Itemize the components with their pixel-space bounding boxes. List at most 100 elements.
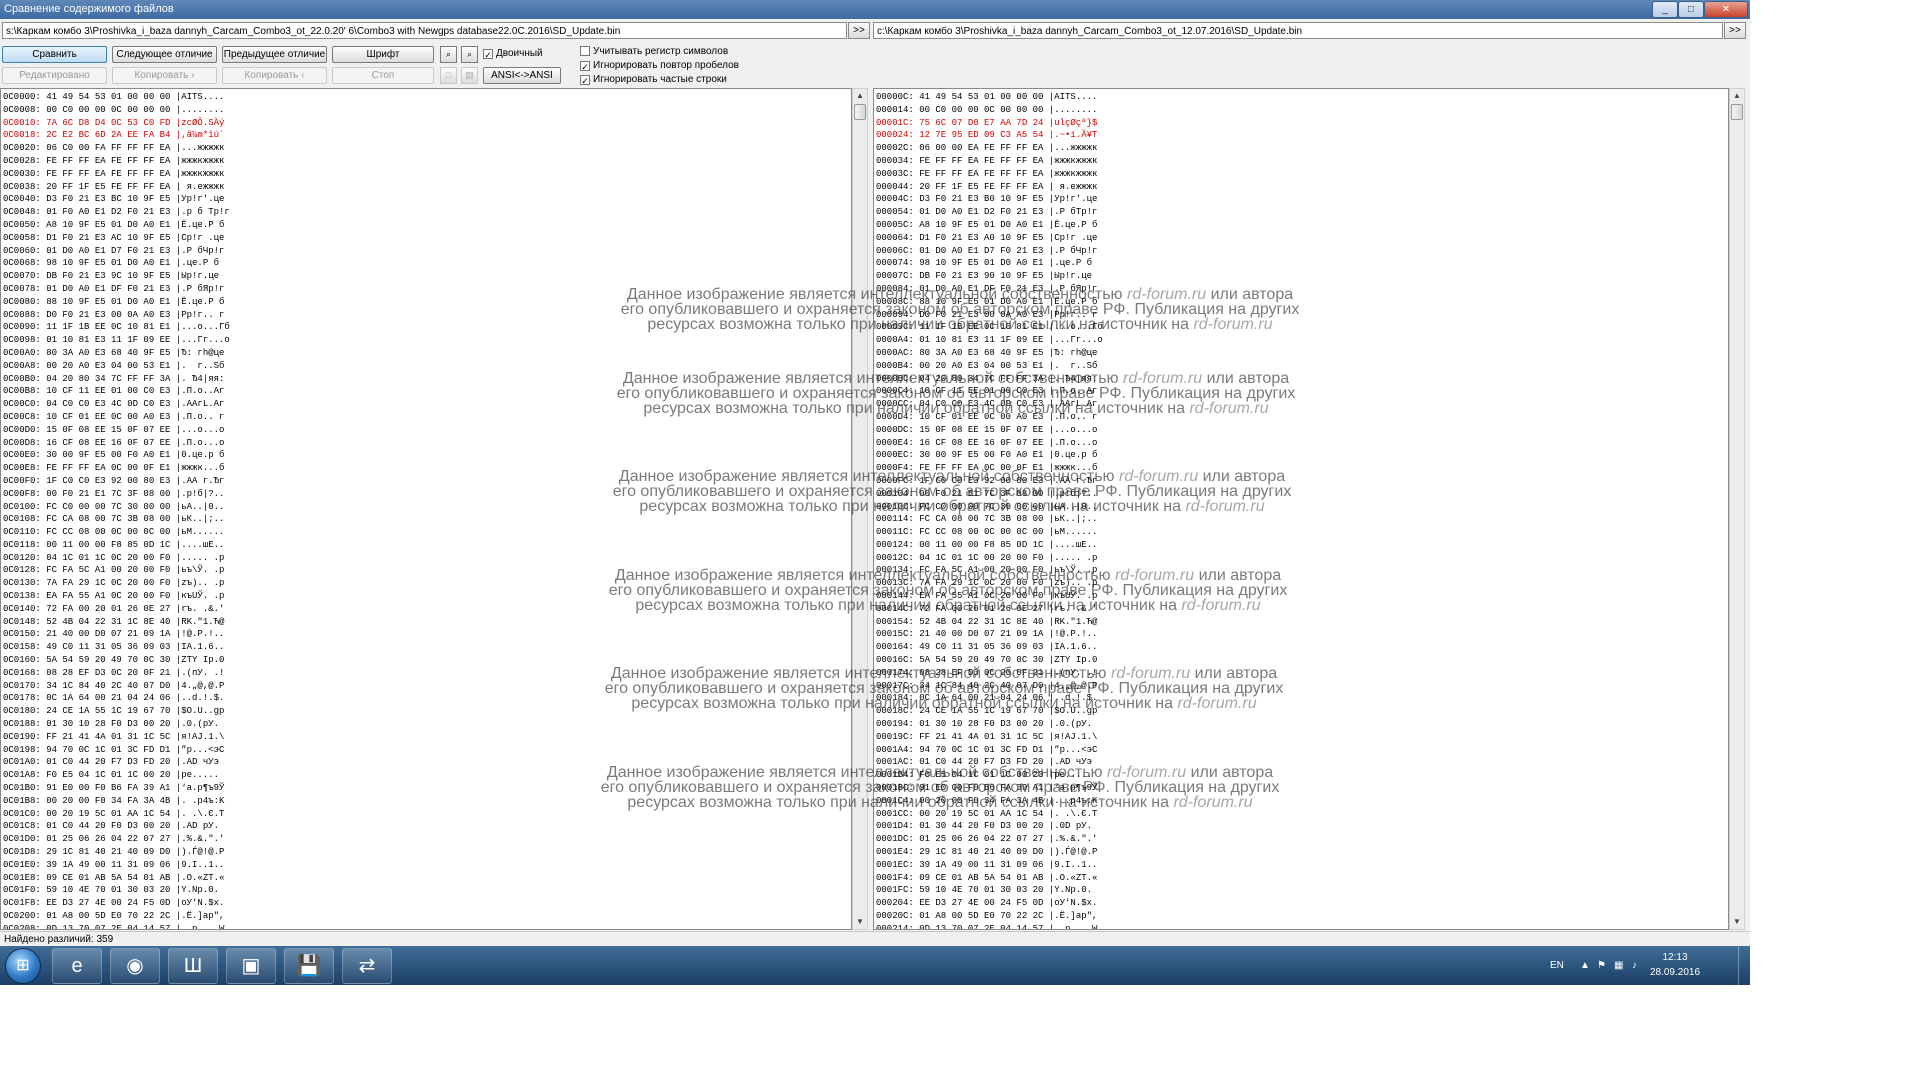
hex-line[interactable]: 00007C: DB F0 21 E3 90 10 9F E5 |Ыр!г.це (876, 270, 1103, 283)
app-task-monitor[interactable]: ▣ (226, 948, 276, 984)
hex-line[interactable]: 0C0000: 41 49 54 53 01 00 00 00 |AITS...… (3, 91, 230, 104)
hex-line[interactable]: 0C00D8: 16 CF 08 EE 16 0F 07 EE |.П.о...… (3, 437, 230, 450)
hex-line[interactable]: 0C0170: 34 1C 84 40 2C 40 07 D0 |4.„@,@.… (3, 680, 230, 693)
hex-line[interactable]: 0C01A0: 01 C0 44 20 F7 D3 FD 20 |.АD чУэ (3, 756, 230, 769)
hex-line[interactable]: 0C00C8: 10 CF 01 EE 0C 00 A0 E3 |.П.о.. … (3, 411, 230, 424)
binoculars-icon[interactable]: ⌕ (440, 46, 457, 63)
left-browse-button[interactable]: >> (848, 22, 870, 39)
hex-line[interactable]: 0C0200: 01 A8 00 5D E0 70 22 2C |.Ё.]аp"… (3, 910, 230, 923)
hex-line[interactable]: 0C0188: 01 30 10 28 F0 D3 00 20 |.0.(рУ. (3, 718, 230, 731)
hex-line[interactable]: 0C00A0: 80 3A A0 E3 68 40 9F E5 |Ђ: гh@ц… (3, 347, 230, 360)
hex-line[interactable]: 0000A4: 01 10 81 E3 11 1F 09 EE |...Гг..… (876, 334, 1103, 347)
font-button[interactable]: Шрифт (332, 46, 434, 63)
hex-line[interactable]: 0001E4: 29 1C 81 40 21 40 09 D0 |).Ѓ@!@.… (876, 846, 1103, 859)
hex-line[interactable]: 0C0010: 7A 6C D8 D4 0C 53 C0 FD |zcØÔ.SÀ… (3, 117, 230, 130)
hex-line[interactable]: 0C0168: 08 28 EF D3 0C 20 0F 21 |.(пУ. .… (3, 667, 230, 680)
hex-line[interactable]: 00005C: A8 10 9F E5 01 D0 A0 E1 |Ё.це.Р … (876, 219, 1103, 232)
hex-line[interactable]: 0000EC: 30 00 9F E5 00 F0 A0 E1 |0.це.р … (876, 449, 1103, 462)
hex-line[interactable]: 0C01E8: 09 CE 01 AB 5A 54 01 AB |.О.«ZT.… (3, 872, 230, 885)
hex-line[interactable]: 0C0160: 5A 54 59 20 49 70 0C 30 |ZTY Ip.… (3, 654, 230, 667)
hex-line[interactable]: 0C01C8: 01 C0 44 20 F0 D3 00 20 |.АD рУ. (3, 820, 230, 833)
hex-line[interactable]: 00000C: 41 49 54 53 01 00 00 00 |AITS...… (876, 91, 1103, 104)
tray-chevron-icon[interactable]: ▲ (1580, 946, 1590, 985)
binoculars-next-icon[interactable]: ⌕ (461, 46, 478, 63)
hex-line[interactable]: 000074: 98 10 9F E5 01 D0 A0 E1 |.це.Р б (876, 257, 1103, 270)
hex-line[interactable]: 0C01E0: 39 1A 49 00 11 31 09 06 |9.I..1.… (3, 859, 230, 872)
hex-line[interactable]: 00001C: 75 6C 07 D8 E7 AA 7D 24 |ulçØçª}… (876, 117, 1103, 130)
hex-line[interactable]: 0C01B0: 91 E0 00 F0 B6 FA 39 A1 |‘а.р¶ъ9… (3, 782, 230, 795)
hex-line[interactable]: 00015C: 21 40 00 D0 07 21 09 1A |!@.Р.!.… (876, 628, 1103, 641)
next-diff-button[interactable]: Следующее отличие (112, 46, 217, 63)
hex-line[interactable]: 0C0028: FE FF FF EA FE FF FF EA |жжжкжжж… (3, 155, 230, 168)
copy-right-button[interactable]: Копировать › (112, 67, 217, 84)
hex-line[interactable]: 0001D4: 01 30 44 20 F0 D3 00 20 |.0D рУ. (876, 820, 1103, 833)
binary-checkbox[interactable]: ✓ Двоичный (483, 48, 543, 60)
network-icon[interactable]: ▦ (1614, 946, 1623, 985)
hex-line[interactable]: 0C0008: 00 C0 00 00 0C 00 00 00 |.......… (3, 104, 230, 117)
hex-line[interactable]: 0C00C0: 04 C0 C0 E3 4C 0D C0 E3 |.ААгL.А… (3, 398, 230, 411)
stop-button[interactable]: Стоп (332, 67, 434, 84)
save-icon[interactable]: ▤ (461, 67, 478, 84)
hex-line[interactable]: 0001DC: 01 25 06 26 04 22 07 27 |.%.&.".… (876, 833, 1103, 846)
hex-line[interactable]: 0C0158: 49 C0 11 31 05 36 09 03 |IА.1.6.… (3, 641, 230, 654)
hex-line[interactable]: 0C01B8: 00 20 00 F0 34 FA 3A 4B |. .р4ъ:… (3, 795, 230, 808)
hex-line[interactable]: 0001EC: 39 1A 49 00 11 31 09 06 |9.I..1.… (876, 859, 1103, 872)
ie-task[interactable]: e (52, 948, 102, 984)
hex-line[interactable]: 0C0088: D0 F0 21 E3 00 0A A0 E3 |Рр!г.. … (3, 309, 230, 322)
hex-line[interactable]: 00003C: FE FF FF EA FE FF FF EA |жжжкжжж… (876, 168, 1103, 181)
hex-line[interactable]: 000064: D1 F0 21 E3 A0 10 9F E5 |Ср!г .ц… (876, 232, 1103, 245)
left-scroll-thumb[interactable] (854, 104, 866, 120)
show-desktop-button[interactable] (1738, 946, 1750, 985)
hex-line[interactable]: 0C0070: DB F0 21 E3 9C 10 9F E5 |Ыр!г.це (3, 270, 230, 283)
language-indicator[interactable]: EN (1550, 946, 1564, 985)
copy-left-button[interactable]: Копировать ‹ (222, 67, 327, 84)
compare-task[interactable]: ⇄ (342, 948, 392, 984)
minimize-button[interactable]: _ (1652, 1, 1678, 18)
hex-line[interactable]: 0C0050: A8 10 9F E5 01 D0 A0 E1 |Ё.це.Р … (3, 219, 230, 232)
hex-line[interactable]: 0C00A8: 00 20 A0 E3 04 00 53 E1 |. г..Sб (3, 360, 230, 373)
hex-line[interactable]: 0C01C0: 00 20 19 5C 01 AA 1C 54 |. .\.Є.… (3, 808, 230, 821)
hex-line[interactable]: 0C0098: 01 10 81 E3 11 1F 09 EE |...Гг..… (3, 334, 230, 347)
maximize-button[interactable]: □ (1678, 1, 1704, 18)
hex-line[interactable]: 00020C: 01 A8 00 5D E0 70 22 2C |.Ё.]аp"… (876, 910, 1103, 923)
hex-line[interactable]: 0C0120: 04 1C 01 1C 0C 20 00 F0 |..... .… (3, 552, 230, 565)
hex-line[interactable]: 0C0138: EA FA 55 A1 0C 20 00 F0 |къUЎ. .… (3, 590, 230, 603)
hex-line[interactable]: 0C0048: 01 F0 A0 E1 D2 F0 21 E3 |.р б Тр… (3, 206, 230, 219)
hex-line[interactable]: 0C01F0: 59 10 4E 70 01 30 03 20 |Y.Np.0. (3, 884, 230, 897)
hex-line[interactable]: 0C00D0: 15 0F 08 EE 15 0F 07 EE |...о...… (3, 424, 230, 437)
chrome-task[interactable]: ◉ (110, 948, 160, 984)
right-browse-button[interactable]: >> (1724, 22, 1746, 39)
hex-line[interactable]: 000054: 01 D0 A0 E1 D2 F0 21 E3 |.Р бТр!… (876, 206, 1103, 219)
hex-line[interactable]: 0C0150: 21 40 00 D0 07 21 09 1A |!@.Р.!.… (3, 628, 230, 641)
hex-line[interactable]: 0000AC: 80 3A A0 E3 68 40 9F E5 |Ђ: гh@ц… (876, 347, 1103, 360)
hex-line[interactable]: 0C00E8: FE FF FF EA 0C 00 0F E1 |жжжк...… (3, 462, 230, 475)
right-scroll-thumb[interactable] (1731, 104, 1743, 120)
hex-line[interactable]: 00002C: 06 00 00 EA FE FF FF EA |...жжжж… (876, 142, 1103, 155)
hex-line[interactable]: 000124: 00 11 00 00 F8 85 0D 1C |....шЕ.… (876, 539, 1103, 552)
hex-line[interactable]: 000164: 49 C0 11 31 05 36 09 03 |IА.1.6.… (876, 641, 1103, 654)
hex-line[interactable]: 0C0100: FC C0 00 00 7C 30 00 00 |ьА..|0.… (3, 501, 230, 514)
edited-button[interactable]: Редактировано (2, 67, 107, 84)
hex-line[interactable]: 000024: 12 7E 95 ED 09 C3 A5 54 |.~•í.Ã¥… (876, 129, 1103, 142)
hex-line[interactable]: 0C0090: 11 1F 1B EE 0C 10 81 E1 |...о...… (3, 321, 230, 334)
hex-line[interactable]: 0C0198: 94 70 0C 1C 01 3C FD D1 |”p...<э… (3, 744, 230, 757)
app-task-orange[interactable]: Ш (168, 948, 218, 984)
compare-button[interactable]: Сравнить (2, 46, 107, 63)
hex-line[interactable]: 0C0108: FC CA 08 00 7C 3B 08 00 |ьК..|;.… (3, 513, 230, 526)
hex-line[interactable]: 0C0078: 01 D0 A0 E1 DF F0 21 E3 |.Р бЯр!… (3, 283, 230, 296)
hex-line[interactable]: 0C0180: 24 CE 1A 55 1C 19 67 70 |$О.U..g… (3, 705, 230, 718)
hex-line[interactable]: 0C01D8: 29 1C 81 40 21 40 09 D0 |).Ѓ@!@.… (3, 846, 230, 859)
hex-line[interactable]: 0C0118: 00 11 00 00 F8 85 0D 1C |....шЕ.… (3, 539, 230, 552)
hex-line[interactable]: 0C0128: FC FA 5C A1 00 20 00 F0 |ьъ\Ў. .… (3, 564, 230, 577)
hex-line[interactable]: 0C0140: 72 FA 00 20 01 26 0E 27 |rъ. .&.… (3, 603, 230, 616)
hex-line[interactable]: 000034: FE FF FF EA FE FF FF EA |жжжкжжж… (876, 155, 1103, 168)
hex-line[interactable]: 0C01F8: EE D3 27 4E 00 24 F5 0D |оУ'N.$х… (3, 897, 230, 910)
hex-line[interactable]: 0C0148: 52 4B 04 22 31 1C 8E 40 |RK."1.Ћ… (3, 616, 230, 629)
hex-line[interactable]: 0000E4: 16 CF 08 EE 16 0F 07 EE |.П.о...… (876, 437, 1103, 450)
hex-line[interactable]: 00006C: 01 D0 A0 E1 D7 F0 21 E3 |.Р бЧр!… (876, 245, 1103, 258)
hex-line[interactable]: 0C01D0: 01 25 06 26 04 22 07 27 |.%.&.".… (3, 833, 230, 846)
repeat-spaces-checkbox[interactable]: ✓ Игнорировать повтор пробелов (580, 60, 739, 72)
hex-line[interactable]: 0C00F0: 1F C0 C0 E3 92 00 80 E3 |.АА г.Ђ… (3, 475, 230, 488)
hex-line[interactable]: 0C0038: 20 FF 1F E5 FE FF FF EA | я.ежжж… (3, 181, 230, 194)
hex-line[interactable]: 0001A4: 94 70 0C 1C 01 3C FD D1 |”p...<э… (876, 744, 1103, 757)
